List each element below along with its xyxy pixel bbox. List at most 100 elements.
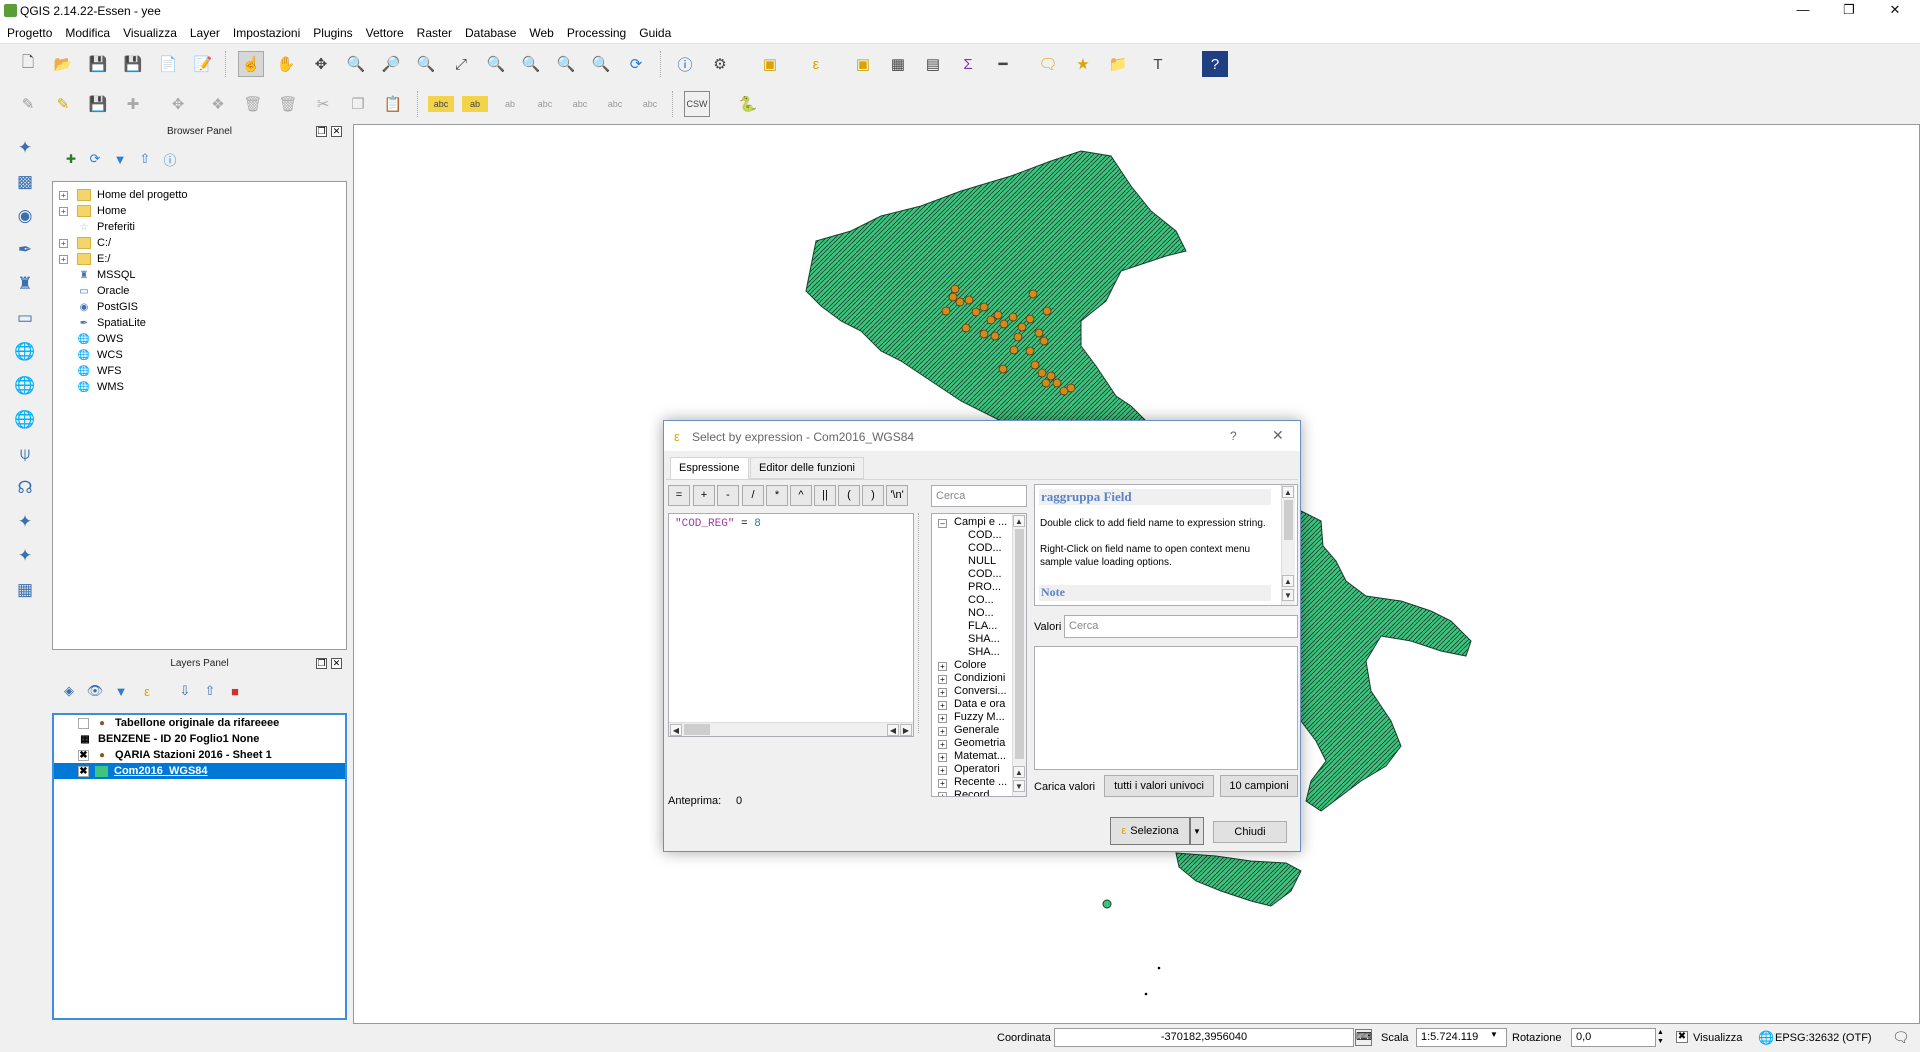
zoom-out-icon[interactable]: 🔎 [378, 51, 404, 77]
splitter-handle[interactable] [918, 513, 919, 733]
close-button[interactable]: Chiudi [1213, 821, 1287, 843]
paste-features-icon[interactable]: 📋 [380, 91, 406, 117]
zoom-selection-icon[interactable]: 🔍 [483, 51, 509, 77]
all-unique-values-button[interactable]: tutti i valori univoci [1104, 775, 1214, 797]
tree-item[interactable]: 🌐 WMS [77, 379, 124, 395]
float-panel-icon[interactable]: ❐ [316, 126, 327, 137]
select-button[interactable]: ε Seleziona [1110, 817, 1190, 845]
menu-raster[interactable]: Raster [410, 22, 458, 40]
tree-item[interactable]: ☆ Preferiti [77, 219, 135, 235]
label-icon[interactable]: abc [428, 96, 454, 112]
minimize-button[interactable]: — [1780, 0, 1826, 22]
tree-item[interactable]: 🌐 WCS [77, 347, 123, 363]
group-item[interactable]: Generale [954, 724, 999, 736]
expand-all-icon[interactable]: ⇩ [172, 678, 198, 704]
expand-icon[interactable]: + [938, 662, 947, 671]
label-highlight-icon[interactable]: ab [462, 96, 488, 112]
add-postgis-layer-icon[interactable]: ◉ [10, 202, 40, 230]
pan-map-icon[interactable]: ✋ [273, 51, 299, 77]
menu-database[interactable]: Database [458, 22, 522, 40]
group-item[interactable]: Conversi... [954, 685, 1007, 697]
add-wms-layer-icon[interactable]: 🌐 [10, 338, 40, 366]
fields-group[interactable]: Campi e ... [954, 516, 1007, 528]
field-item[interactable]: CO... [968, 594, 994, 606]
expand-icon[interactable]: + [938, 701, 947, 710]
scroll-up-icon[interactable]: ▲ [1282, 486, 1294, 498]
scroll-thumb[interactable] [684, 724, 710, 735]
new-print-composer-icon[interactable]: 📄 [155, 51, 181, 77]
scroll-right-icon[interactable]: ▶ [900, 724, 912, 736]
function-tree-scrollbar[interactable]: ▲ ▲ ▼ [1012, 514, 1026, 796]
tree-item[interactable]: 🌐 OWS [77, 331, 124, 347]
collapse-all-icon[interactable]: ⇧ [132, 146, 158, 172]
tree-item[interactable]: + Home del progetto [59, 187, 188, 203]
copy-features-icon[interactable]: ❐ [345, 91, 371, 117]
messages-icon[interactable]: 🗨 [1892, 1029, 1910, 1046]
op-power-button[interactable]: ^ [790, 485, 812, 506]
zoom-layer-icon[interactable]: 🔍 [518, 51, 544, 77]
remove-layer-icon[interactable]: ■ [222, 678, 248, 704]
csw-icon[interactable]: CSW [684, 91, 710, 117]
refresh-browser-icon[interactable]: ⟳ [82, 146, 108, 172]
help-scrollbar[interactable]: ▲ ▲ ▼ [1281, 485, 1295, 605]
zoom-in-icon[interactable]: 🔍 [343, 51, 369, 77]
save-as-icon[interactable]: 💾 [120, 51, 146, 77]
op-plus-button[interactable]: + [693, 485, 715, 506]
close-panel-icon[interactable]: ✕ [331, 658, 342, 669]
editor-hscrollbar[interactable]: ◀ ◀ ▶ [669, 722, 913, 736]
scroll-left-icon[interactable]: ◀ [887, 724, 899, 736]
select-features-icon[interactable]: ▣ [757, 51, 783, 77]
help-icon[interactable]: ? [1202, 51, 1228, 77]
layer-tree[interactable]: ● Tabellone originale da rifareeee ▦ BENZE… [52, 713, 347, 1020]
select-by-expression-icon[interactable]: ε [803, 51, 829, 77]
op-concat-button[interactable]: || [814, 485, 836, 506]
new-bookmark-icon[interactable]: ★ [1070, 51, 1096, 77]
float-panel-icon[interactable]: ❐ [316, 658, 327, 669]
group-item[interactable]: Record [954, 789, 989, 796]
delete-selected-icon[interactable]: 🗑 [240, 91, 266, 117]
add-wfs-layer-icon[interactable]: 🌐 [10, 406, 40, 434]
rotate-label-icon[interactable]: abc [602, 91, 628, 117]
visibility-icon[interactable]: 👁 [82, 678, 108, 704]
group-item[interactable]: Geometria [954, 737, 1005, 749]
new-memory-layer-icon[interactable]: ▦ [10, 576, 40, 604]
add-selected-layers-icon[interactable]: ✚ [58, 146, 84, 172]
text-annotation-icon[interactable]: T [1145, 51, 1171, 77]
node-tool-icon[interactable]: ❖ [205, 91, 231, 117]
menu-vettore[interactable]: Vettore [359, 22, 410, 40]
group-item[interactable]: Colore [954, 659, 986, 671]
deselect-all-icon[interactable]: ▣ [850, 51, 876, 77]
refresh-icon[interactable]: ⟳ [623, 51, 649, 77]
close-window-button[interactable]: ✕ [1872, 0, 1918, 22]
tab-espressione[interactable]: Espressione [670, 457, 749, 479]
menu-web[interactable]: Web [522, 22, 559, 40]
field-item[interactable]: SHA... [968, 646, 1000, 658]
field-item[interactable]: PRO... [968, 581, 1001, 593]
pin-labels-icon[interactable]: ab [497, 91, 523, 117]
menu-processing[interactable]: Processing [560, 22, 632, 40]
field-item[interactable]: COD... [968, 568, 1002, 580]
op-newline-button[interactable]: '\n' [886, 485, 908, 506]
expand-icon[interactable]: + [938, 779, 947, 788]
change-label-icon[interactable]: abc [637, 91, 663, 117]
group-item[interactable]: Fuzzy M... [954, 711, 1005, 723]
group-item[interactable]: Recente ... [954, 776, 1007, 788]
new-project-icon[interactable]: 🗋 [15, 51, 41, 77]
measure-line-icon[interactable]: ━ [990, 51, 1016, 77]
rotation-spinner[interactable]: ▲ ▼ [1657, 1028, 1664, 1046]
save-edits-icon[interactable]: 💾 [85, 91, 111, 117]
menu-progetto[interactable]: Progetto [0, 22, 58, 40]
scale-dropdown-icon[interactable]: ▼ [1490, 1030, 1498, 1039]
expand-icon[interactable]: + [938, 753, 947, 762]
field-calculator-icon[interactable]: Σ [955, 51, 981, 77]
scroll-up-icon[interactable]: ▲ [1282, 575, 1294, 587]
add-spatialite-layer-icon[interactable]: ✒ [10, 236, 40, 264]
tree-item[interactable]: 🌐 WFS [77, 363, 122, 379]
save-project-icon[interactable]: 💾 [85, 51, 111, 77]
scroll-up-icon[interactable]: ▲ [1013, 515, 1025, 527]
composer-manager-icon[interactable]: 📝 [190, 51, 216, 77]
zoom-native-icon[interactable]: 🔍 [413, 51, 439, 77]
scroll-thumb[interactable] [1015, 529, 1024, 759]
expand-icon[interactable]: + [938, 766, 947, 775]
toggle-editing-icon[interactable]: ✎ [50, 91, 76, 117]
